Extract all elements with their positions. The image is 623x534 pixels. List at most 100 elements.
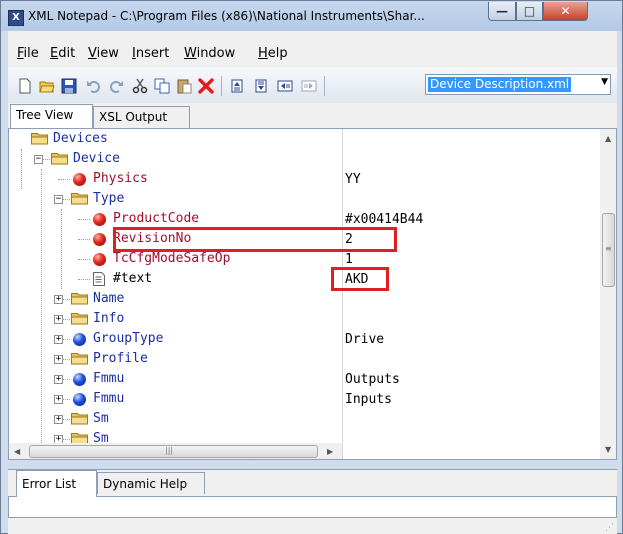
save-icon[interactable] bbox=[61, 78, 77, 94]
tree-node-label: #text bbox=[113, 271, 153, 286]
resize-grip-icon[interactable]: ⋰ bbox=[605, 523, 614, 533]
menu-window[interactable]: Window bbox=[184, 46, 235, 61]
folder-icon bbox=[31, 133, 48, 145]
copy-icon[interactable] bbox=[154, 78, 170, 94]
highlight-box bbox=[113, 227, 397, 252]
tab-xsl-output[interactable]: XSL Output bbox=[93, 106, 190, 128]
tab-error-list[interactable]: Error List bbox=[16, 470, 97, 497]
value-column[interactable]: YY #x00414B44 2 1 AKD Drive Outputs Inputs bbox=[343, 129, 600, 459]
expand-icon[interactable]: + bbox=[54, 315, 63, 324]
highlight-box bbox=[331, 267, 389, 291]
menu-view-mnemonic: V bbox=[88, 46, 97, 61]
tree-node[interactable]: + Name bbox=[9, 289, 342, 309]
nudge-up-icon[interactable] bbox=[229, 78, 245, 94]
menu-insert[interactable]: Insert bbox=[132, 46, 169, 61]
menu-window-mnemonic: W bbox=[184, 46, 197, 61]
title-bar[interactable]: X XML Notepad - C:\Program Files (x86)\N… bbox=[1, 1, 622, 31]
expand-icon[interactable]: + bbox=[54, 375, 63, 384]
chevron-down-icon[interactable]: ▼ bbox=[601, 77, 608, 87]
tab-tree-view[interactable]: Tree View bbox=[10, 104, 93, 128]
attribute-icon bbox=[93, 233, 106, 246]
toolbar-separator bbox=[221, 76, 222, 96]
toolbar-separator bbox=[324, 76, 325, 96]
redo-icon[interactable] bbox=[108, 78, 124, 94]
tree-node[interactable]: + GroupType bbox=[9, 329, 342, 349]
element-icon bbox=[73, 393, 86, 406]
nudge-down-icon[interactable] bbox=[253, 78, 269, 94]
minimize-icon: — bbox=[496, 4, 508, 18]
horizontal-scrollbar[interactable]: ◀ ||| ▶ bbox=[9, 443, 342, 459]
scroll-thumb[interactable]: ≡ bbox=[602, 213, 615, 287]
tab-dynamic-help[interactable]: Dynamic Help bbox=[97, 472, 205, 494]
scroll-left-icon[interactable]: ◀ bbox=[14, 447, 20, 456]
nudge-left-icon[interactable] bbox=[277, 78, 293, 94]
folder-icon bbox=[51, 153, 68, 165]
tree-node-label: Sm bbox=[93, 411, 109, 426]
close-button[interactable]: ✕ bbox=[543, 2, 588, 21]
scroll-right-icon[interactable]: ▶ bbox=[327, 447, 333, 456]
view-tabs: Tree View XSL Output bbox=[8, 103, 617, 129]
tree-node[interactable]: Devices bbox=[9, 129, 342, 149]
expand-icon[interactable]: + bbox=[54, 435, 63, 443]
menu-bar: File Edit View Insert Window Help bbox=[8, 31, 617, 67]
tree-node-label: Profile bbox=[93, 351, 148, 366]
tree-node[interactable]: + Sm bbox=[9, 429, 342, 443]
scroll-down-icon[interactable]: ▼ bbox=[605, 445, 611, 454]
tree-node[interactable]: ProductCode bbox=[9, 209, 342, 229]
file-select[interactable]: Device Description.xml ▼ bbox=[425, 74, 611, 95]
collapse-icon[interactable]: − bbox=[54, 195, 63, 204]
tree-node-label: GroupType bbox=[93, 331, 164, 346]
close-icon: ✕ bbox=[560, 4, 571, 18]
maximize-button[interactable]: □ bbox=[516, 2, 543, 21]
tree-node[interactable]: + Fmmu bbox=[9, 389, 342, 409]
node-value[interactable]: YY bbox=[345, 170, 361, 190]
menu-view-label: iew bbox=[96, 46, 119, 61]
scroll-thumb[interactable]: ||| bbox=[29, 445, 318, 458]
node-tree[interactable]: Devices − Device Physics − Type ProductCode Rev… bbox=[9, 129, 342, 443]
node-value[interactable]: Inputs bbox=[345, 390, 392, 410]
new-icon[interactable] bbox=[17, 78, 33, 94]
vertical-scrollbar[interactable]: ▲ ≡ ▼ bbox=[600, 129, 616, 459]
tree-node-label: Type bbox=[93, 191, 125, 206]
cut-icon[interactable] bbox=[132, 78, 148, 94]
scroll-up-icon[interactable]: ▲ bbox=[605, 134, 611, 143]
expand-icon[interactable]: + bbox=[54, 395, 63, 404]
expand-icon[interactable]: + bbox=[54, 355, 63, 364]
element-icon bbox=[73, 373, 86, 386]
tree-node-label: TcCfgModeSafeOp bbox=[113, 251, 231, 266]
tree-node[interactable]: + Sm bbox=[9, 409, 342, 429]
nudge-right-icon[interactable] bbox=[301, 78, 317, 94]
expand-icon[interactable]: + bbox=[54, 335, 63, 344]
minimize-button[interactable]: — bbox=[488, 2, 516, 21]
undo-icon[interactable] bbox=[86, 78, 102, 94]
paste-icon[interactable] bbox=[176, 78, 192, 94]
tree-node[interactable]: − Device bbox=[9, 149, 342, 169]
node-value[interactable]: Outputs bbox=[345, 370, 400, 390]
tree-node[interactable]: TcCfgModeSafeOp bbox=[9, 249, 342, 269]
delete-icon[interactable] bbox=[198, 78, 214, 94]
folder-icon bbox=[71, 433, 88, 443]
tree-node[interactable]: #text bbox=[9, 269, 342, 289]
menu-edit[interactable]: Edit bbox=[50, 46, 75, 61]
tree-node[interactable]: Physics bbox=[9, 169, 342, 189]
node-value[interactable]: Drive bbox=[345, 330, 384, 350]
collapse-icon[interactable]: − bbox=[34, 155, 43, 164]
window-title: XML Notepad - C:\Program Files (x86)\Nat… bbox=[28, 9, 425, 23]
tree-node[interactable]: + Profile bbox=[9, 349, 342, 369]
menu-help[interactable]: Help bbox=[258, 46, 288, 61]
menu-file[interactable]: File bbox=[17, 46, 39, 61]
menu-insert-label: nsert bbox=[135, 46, 170, 61]
open-icon[interactable] bbox=[39, 78, 55, 94]
tree-node[interactable]: − Type bbox=[9, 189, 342, 209]
expand-icon[interactable]: + bbox=[54, 415, 63, 424]
menu-view[interactable]: View bbox=[88, 46, 119, 61]
file-select-value: Device Description.xml bbox=[428, 77, 572, 92]
menu-help-mnemonic: H bbox=[258, 46, 268, 61]
expand-icon[interactable]: + bbox=[54, 295, 63, 304]
folder-icon bbox=[71, 193, 88, 205]
tree-node-label: Fmmu bbox=[93, 371, 125, 386]
tree-node[interactable]: + Fmmu bbox=[9, 369, 342, 389]
tree-node[interactable]: + Info bbox=[9, 309, 342, 329]
folder-icon bbox=[71, 293, 88, 305]
error-list-panel bbox=[8, 496, 617, 518]
